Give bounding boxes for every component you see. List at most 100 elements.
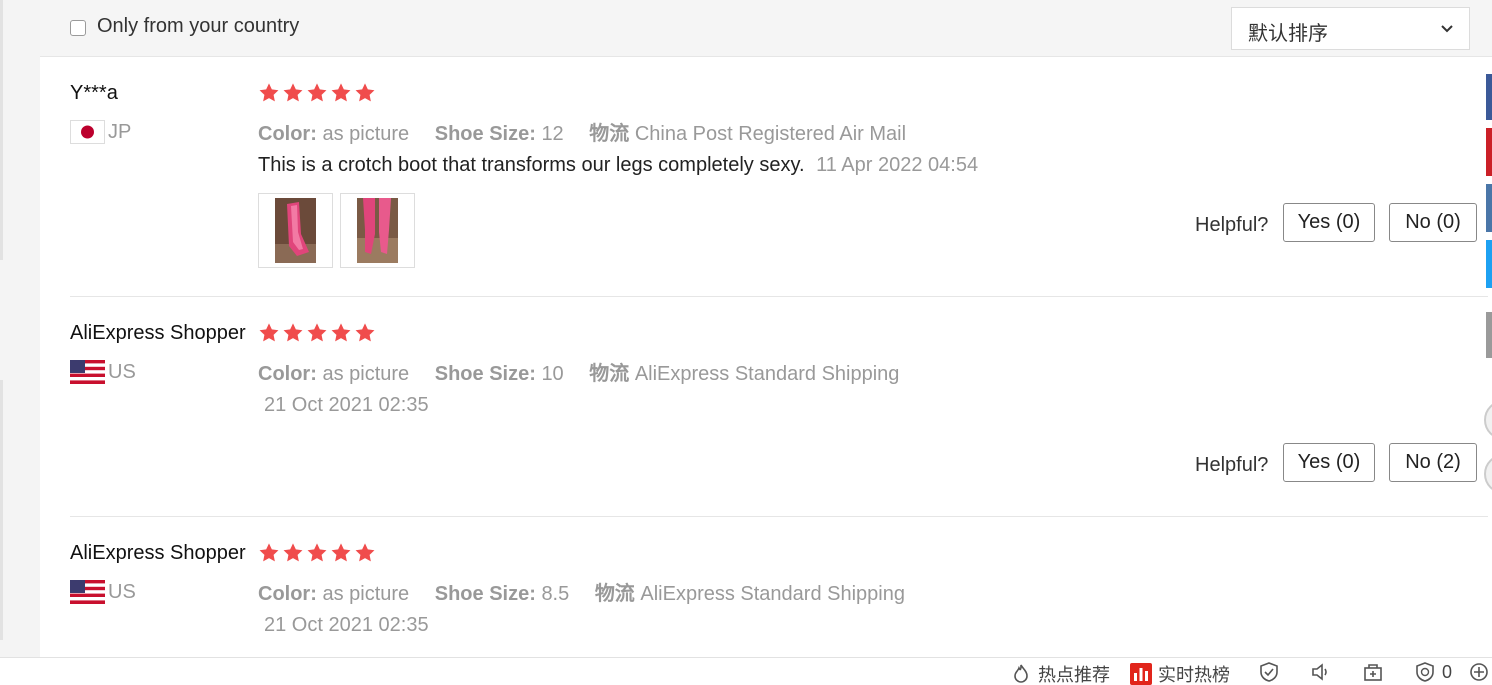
reviewer-country: JP [108,121,132,143]
ad-shield-icon [1416,662,1434,682]
star-icon [331,83,351,102]
review-photo-thumbnail[interactable] [258,193,333,268]
floating-action-button[interactable] [1484,400,1492,440]
review-photo-thumbnail[interactable] [340,193,415,268]
zoom-item[interactable] [1468,661,1490,683]
hot-recommend-item[interactable]: 热点推荐 [1010,661,1110,685]
review-divider [70,296,1488,297]
zoom-icon [1470,663,1488,681]
review-item: AliExpress Shopper US Color: as picture … [70,540,1480,650]
download-box-icon [1364,664,1382,681]
star-icon [307,543,327,562]
reviewer-name: Y***a [70,82,118,104]
pinterest-share-tab[interactable] [1486,128,1492,176]
helpful-label: Helpful? [1195,214,1269,236]
sort-select[interactable]: 默认排序 [1231,7,1470,50]
review-item: AliExpress Shopper US Color: as picture … [70,320,1480,500]
star-icon [259,543,279,562]
color-key: Color: [258,123,317,145]
floating-action-button[interactable] [1484,454,1492,494]
more-share-tab[interactable] [1486,312,1492,358]
star-icon [259,323,279,342]
sort-selected-value: 默认排序 [1248,23,1328,45]
only-country-label[interactable]: Only from your country [97,15,299,38]
color-key: Color: [258,583,317,605]
gutter-line [0,380,3,640]
review-text-line: This is a crotch boot that transforms ou… [258,154,978,177]
helpful-yes-button[interactable]: Yes (0) [1283,443,1375,482]
review-item: Y***a JP Color: as picture Shoe Size: 12… [70,80,1480,280]
shipping-value: AliExpress Standard Shipping [634,363,900,385]
bar-chart-icon [1130,663,1152,685]
security-item[interactable] [1258,661,1280,683]
size-key: Shoe Size: [434,583,536,605]
download-item[interactable] [1362,661,1384,683]
usa-flag-icon [70,360,105,384]
star-rating [258,322,376,344]
review-date: 21 Oct 2021 02:35 [264,394,429,416]
filter-bar: Only from your country 默认排序 [40,0,1492,57]
only-country-checkbox[interactable] [70,20,86,36]
usa-flag-icon [70,580,105,604]
color-value: as picture [322,363,410,385]
size-value: 10 [541,363,564,385]
star-icon [355,323,375,342]
review-attributes: Color: as picture Shoe Size: 10 物流 AliEx… [258,357,919,386]
review-divider [70,516,1488,517]
reviewer-country: US [108,361,136,383]
japan-flag-icon [70,120,105,144]
left-gutter [0,0,40,657]
vk-share-tab[interactable] [1486,184,1492,232]
size-key: Shoe Size: [434,123,536,145]
flame-icon [1014,664,1028,683]
facebook-share-tab[interactable] [1486,74,1492,120]
star-icon [331,323,351,342]
realtime-hot-label: 实时热榜 [1158,665,1230,685]
star-icon [307,83,327,102]
shipping-key: 物流 [589,363,630,385]
color-value: as picture [322,123,410,145]
volume-item[interactable] [1310,661,1332,683]
star-icon [283,83,303,102]
shipping-key: 物流 [589,123,630,145]
star-icon [307,323,327,342]
twitter-share-tab[interactable] [1486,240,1492,288]
helpful-no-button[interactable]: No (0) [1389,203,1477,242]
boot-photo [275,198,316,263]
review-date: 21 Oct 2021 02:35 [264,614,429,636]
ad-block-count: 0 [1442,661,1453,682]
helpful-yes-button[interactable]: Yes (0) [1283,203,1375,242]
size-value: 8.5 [541,583,570,605]
star-icon [355,543,375,562]
star-icon [355,83,375,102]
ad-block-item[interactable]: 0 [1414,661,1452,683]
size-value: 12 [541,123,564,145]
star-icon [331,543,351,562]
shipping-value: China Post Registered Air Mail [634,123,907,145]
star-rating [258,82,376,104]
reviewer-name: AliExpress Shopper [70,542,246,564]
review-text-line: 21 Oct 2021 02:35 [258,394,429,417]
color-value: as picture [322,583,410,605]
star-icon [283,323,303,342]
star-rating [258,542,376,564]
color-key: Color: [258,363,317,385]
shipping-key: 物流 [594,583,635,605]
shield-check-icon [1260,662,1278,682]
gutter-line [0,0,3,260]
realtime-hot-item[interactable]: 实时热榜 [1130,661,1230,685]
review-attributes: Color: as picture Shoe Size: 12 物流 China… [258,117,926,146]
boot-photo [357,198,398,263]
review-text: This is a crotch boot that transforms ou… [258,154,805,176]
helpful-label: Helpful? [1195,454,1269,476]
review-date: 11 Apr 2022 04:54 [816,154,979,176]
star-icon [283,543,303,562]
reviewer-name: AliExpress Shopper [70,322,246,344]
hot-recommend-label: 热点推荐 [1038,665,1110,685]
helpful-no-button[interactable]: No (2) [1389,443,1477,482]
size-key: Shoe Size: [434,363,536,385]
review-text-line: 21 Oct 2021 02:35 [258,614,429,637]
review-attributes: Color: as picture Shoe Size: 8.5 物流 AliE… [258,577,925,606]
chevron-down-icon [1441,25,1453,33]
star-icon [259,83,279,102]
